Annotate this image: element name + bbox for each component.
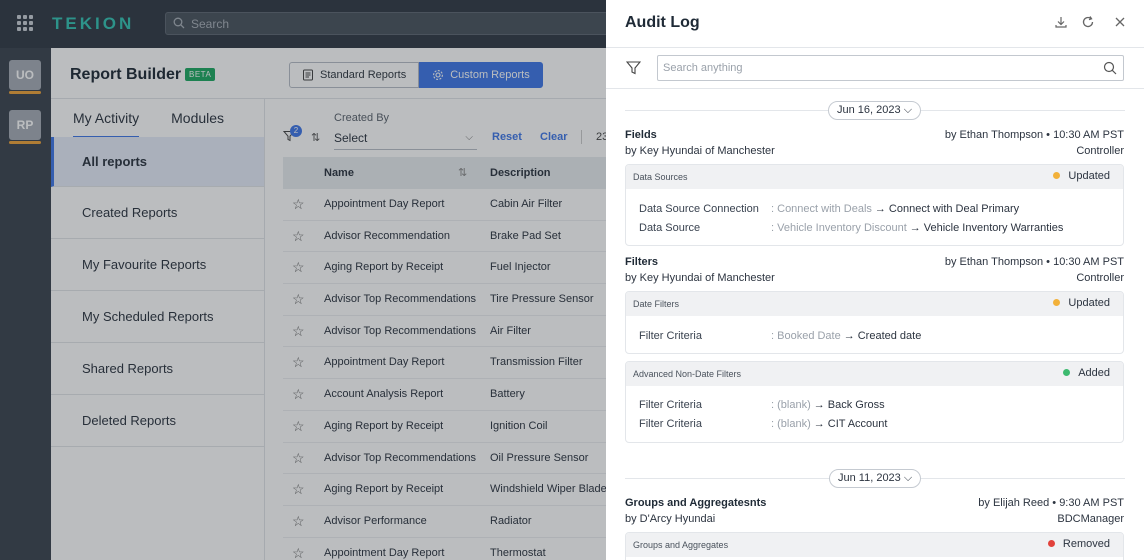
status-badge: Added bbox=[1063, 367, 1110, 379]
section-label: Data Sources bbox=[633, 172, 688, 182]
modal-overlay[interactable] bbox=[0, 0, 606, 560]
entry-role: Controller bbox=[1076, 272, 1124, 284]
card-header: Groups and Aggregates Removed bbox=[626, 533, 1123, 557]
entry-role: BDCManager bbox=[1057, 513, 1124, 525]
entry-author: by Ethan Thompson • 10:30 AM PST bbox=[944, 256, 1124, 268]
search-icon bbox=[1103, 61, 1117, 75]
entry-dealer: by Key Hyundai of Manchester bbox=[625, 145, 775, 157]
chevron-down-icon: ⌵ bbox=[903, 472, 913, 484]
chevron-down-icon: ⌵ bbox=[903, 104, 913, 116]
change-row: Data Source : Vehicle Inventory Discount… bbox=[639, 222, 1064, 234]
status-badge: Updated bbox=[1053, 297, 1110, 309]
card-header: Advanced Non-Date Filters Added bbox=[626, 362, 1123, 386]
change-card: Groups and Aggregates Removed bbox=[625, 532, 1124, 560]
section-label: Groups and Aggregates bbox=[633, 540, 729, 550]
status-badge: Updated bbox=[1053, 170, 1110, 182]
audit-search-input[interactable] bbox=[663, 60, 1093, 76]
entry-role: Controller bbox=[1076, 145, 1124, 157]
change-row: Filter Criteria : Booked Date → Created da… bbox=[639, 330, 922, 342]
audit-log-drawer: Audit Log Jun 16, 2023 ⌵ Fields by Ethan… bbox=[606, 0, 1144, 560]
drawer-title: Audit Log bbox=[625, 14, 700, 31]
entry-author: by Ethan Thompson • 10:30 AM PST bbox=[944, 129, 1124, 141]
download-icon[interactable] bbox=[1054, 15, 1068, 29]
section-label: Advanced Non-Date Filters bbox=[633, 369, 742, 379]
entry-title: Groups and Aggregatesnts bbox=[625, 497, 767, 509]
entry-title: Filters bbox=[625, 256, 659, 268]
change-card: Date Filters Updated Filter Criteria : B… bbox=[625, 291, 1124, 354]
date-label: Jun 11, 2023 bbox=[838, 472, 901, 484]
change-card: Advanced Non-Date Filters Added Filter C… bbox=[625, 361, 1124, 443]
refresh-icon[interactable] bbox=[1081, 15, 1095, 29]
entry-dealer: by D'Arcy Hyundai bbox=[625, 513, 716, 525]
date-label: Jun 16, 2023 bbox=[837, 104, 901, 116]
entry-dealer: by Key Hyundai of Manchester bbox=[625, 272, 775, 284]
change-row: Filter Criteria : (blank) → CIT Account bbox=[639, 418, 888, 430]
change-row: Filter Criteria : (blank) → Back Gross bbox=[639, 399, 885, 411]
filter-icon[interactable] bbox=[626, 61, 641, 75]
drawer-search-row bbox=[606, 48, 1144, 89]
date-chip[interactable]: Jun 16, 2023 ⌵ bbox=[828, 101, 922, 120]
entry-title: Fields bbox=[625, 129, 657, 141]
status-badge: Removed bbox=[1047, 538, 1110, 550]
close-icon[interactable] bbox=[1113, 15, 1127, 29]
section-label: Date Filters bbox=[633, 299, 680, 309]
card-header: Data Sources Updated bbox=[626, 165, 1123, 189]
card-header: Date Filters Updated bbox=[626, 292, 1123, 316]
change-card: Data Sources Updated Data Source Connect… bbox=[625, 164, 1124, 246]
change-row: Data Source Connection : Connect with De… bbox=[639, 203, 1020, 215]
drawer-header: Audit Log bbox=[606, 0, 1144, 48]
date-chip[interactable]: Jun 11, 2023 ⌵ bbox=[829, 469, 922, 488]
audit-search-field[interactable] bbox=[657, 55, 1124, 81]
entry-author: by Elijah Reed • 9:30 AM PST bbox=[978, 497, 1124, 509]
